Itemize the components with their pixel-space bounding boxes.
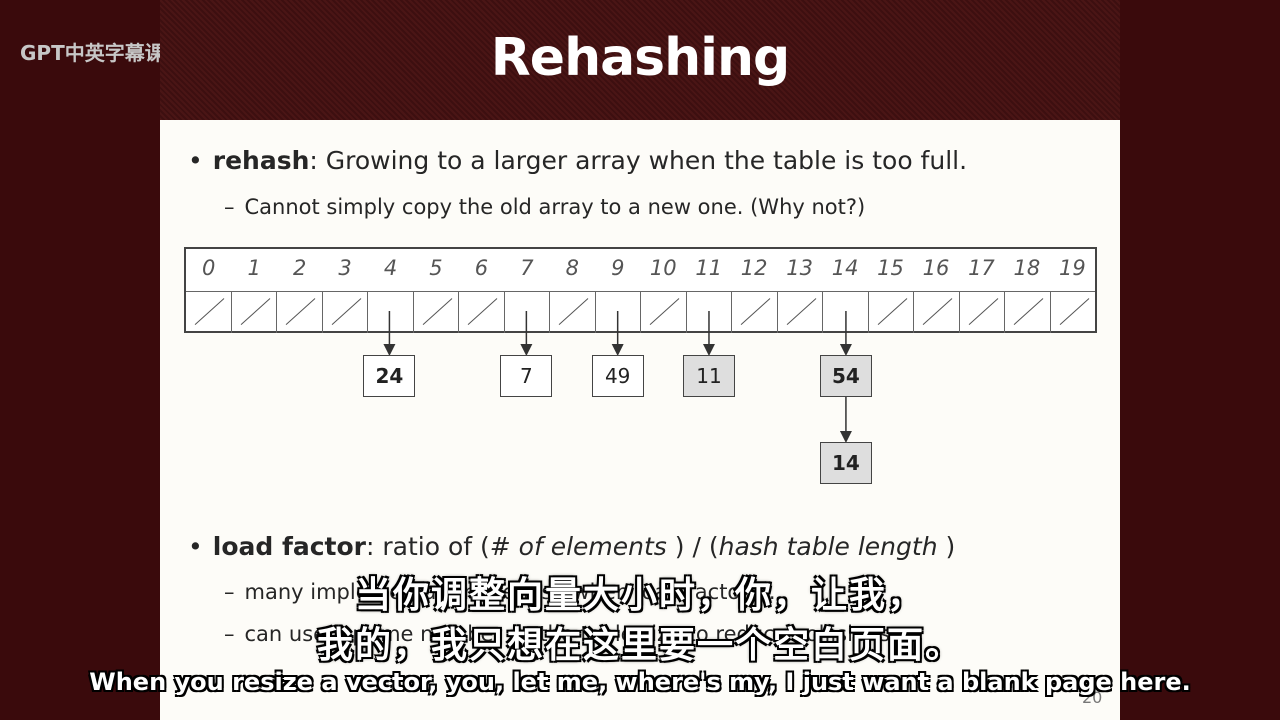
chain-node: 24: [363, 355, 416, 397]
chain-node: 14: [819, 442, 872, 484]
lf-post: ): [937, 532, 956, 561]
index-label: 1: [247, 256, 261, 280]
table-cell: [1004, 291, 1050, 333]
lf-elements: # of elements: [489, 532, 667, 561]
table-cell: [321, 291, 368, 333]
index-row: 0 1 2 3 4 5 6 7 8 9 10 11 12 13 14 15 16 17 18 19: [186, 249, 1095, 292]
lf-pre: : ratio of (: [366, 532, 490, 561]
index-label: 0: [202, 256, 216, 280]
bullet-dot: •: [188, 532, 203, 561]
bullet-dot: •: [188, 146, 203, 175]
table-cell: [503, 291, 550, 333]
index-label: 5: [429, 256, 443, 280]
chain-node: 49: [591, 355, 644, 397]
table-cell: [276, 291, 322, 333]
subtitle-english: When you resize a vector, you, let me, w…: [89, 668, 1191, 696]
subtitle-chinese-line2: 我的，我只想在这里要一个空白页面。: [316, 625, 963, 666]
table-cell: [549, 291, 595, 333]
table-cell: [685, 291, 732, 333]
chain-node: 54: [819, 355, 872, 397]
table-cell: [776, 291, 823, 333]
table-cell: [1049, 291, 1096, 333]
index-label: 11: [695, 256, 723, 280]
bullet-rehash: • rehash: Growing to a larger array when …: [188, 146, 967, 175]
index-label: 15: [877, 256, 904, 280]
table-cell: [186, 291, 231, 333]
index-label: 18: [1013, 256, 1041, 280]
table-cell: [594, 291, 641, 333]
slide-header: Rehashing: [160, 0, 1120, 120]
table-cell: [412, 291, 459, 333]
table-cell: [867, 291, 914, 333]
dash: –: [224, 195, 235, 219]
index-label: 12: [740, 256, 768, 280]
index-label: 7: [520, 256, 534, 280]
table-cell: [458, 291, 504, 333]
index-label: 17: [968, 256, 995, 280]
bullet-rehash-sub: – Cannot simply copy the old array to a n…: [224, 195, 865, 219]
bullet-load-factor: • load factor: ratio of (# of elements ) …: [188, 532, 955, 561]
cell-row: [186, 291, 1095, 333]
table-cell: [822, 291, 868, 333]
table-cell: [913, 291, 959, 333]
index-label: 2: [292, 256, 307, 280]
term-load-factor: load factor: [212, 532, 366, 561]
index-label: 10: [649, 256, 677, 280]
rehash-sub-text: Cannot simply copy the old array to a ne…: [244, 195, 866, 219]
index-label: 9: [611, 256, 625, 280]
chain-node: 7: [500, 355, 553, 397]
table-cell: [367, 291, 413, 333]
slide-title: Rehashing: [490, 28, 790, 88]
index-label: 4: [383, 256, 398, 280]
term-rehash: rehash: [212, 146, 310, 175]
subtitle-chinese-line1: 当你调整向量大小时，你，让我，: [354, 575, 925, 616]
table-cell: [958, 291, 1005, 333]
rehash-definition: : Growing to a larger array when the tab…: [309, 146, 968, 175]
index-label: 16: [922, 256, 950, 280]
index-label: 13: [786, 256, 813, 280]
index-label: 14: [831, 256, 859, 280]
hash-table-array: 0 1 2 3 4 5 6 7 8 9 10 11 12 13 14 15 16 17 18 19: [184, 247, 1097, 333]
index-label: 3: [338, 256, 352, 280]
table-cell: [731, 291, 777, 333]
table-cell: [640, 291, 686, 333]
chain-node: 11: [682, 355, 735, 397]
index-label: 6: [474, 256, 489, 280]
index-label: 19: [1058, 256, 1086, 280]
table-cell: [230, 291, 277, 333]
lf-length: hash table length: [718, 532, 938, 561]
lf-mid: ) / (: [666, 532, 719, 561]
index-label: 8: [565, 256, 580, 280]
